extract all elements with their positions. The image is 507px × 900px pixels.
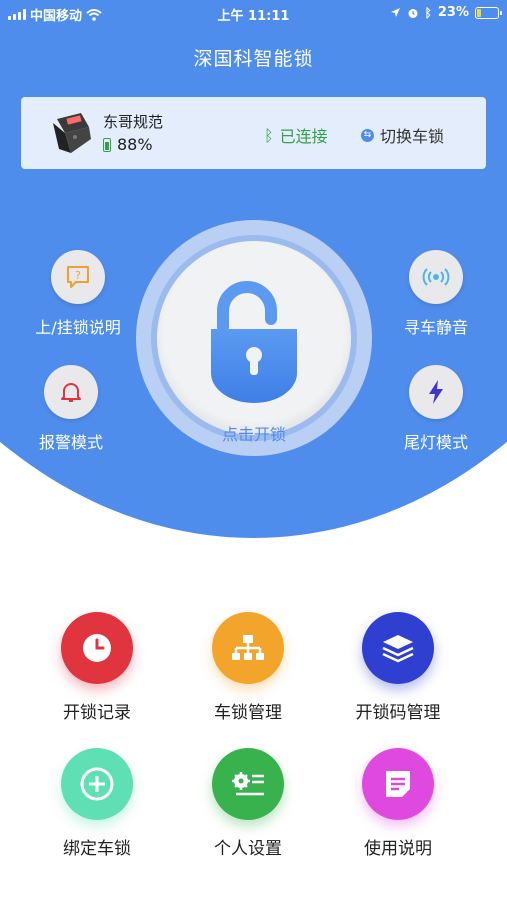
lock-instructions-label: 上/挂锁说明 [35, 318, 121, 337]
svg-text:?: ? [75, 269, 81, 282]
battery-percent: 23% [437, 5, 469, 20]
taillight-mode-label: 尾灯模式 [403, 433, 468, 452]
bell-icon [61, 383, 81, 402]
find-car-silent-button[interactable]: 寻车静音 [376, 250, 496, 338]
taillight-mode-button[interactable]: 尾灯模式 [376, 365, 496, 453]
unlock-code-management-label: 开锁码管理 [355, 703, 441, 723]
connection-status: ᛒ 已连接 [264, 123, 328, 147]
lock-management-button[interactable]: 车锁管理 [164, 612, 332, 723]
connection-status-label: 已连接 [279, 127, 328, 146]
battery-level-icon [103, 137, 111, 152]
lock-button-inner-ring: 点击开锁 [151, 235, 357, 444]
switch-icon: ⇆ [361, 128, 374, 142]
alarm-clock-icon [408, 8, 418, 18]
device-name: 东哥规范 [103, 113, 164, 131]
lightning-icon [429, 380, 443, 404]
open-padlock-icon [211, 281, 297, 403]
document-icon [386, 771, 410, 797]
find-car-icon-circle [409, 250, 463, 304]
lock-management-icon-circle [212, 612, 284, 684]
app-title: 深国科智能锁 [193, 48, 314, 70]
device-battery: 88% [103, 135, 153, 154]
user-guide-label: 使用说明 [364, 839, 432, 859]
bind-lock-button[interactable]: 绑定车锁 [13, 748, 181, 859]
user-guide-icon-circle [362, 748, 434, 820]
plus-circle-icon [80, 767, 114, 801]
radar-signal-icon [422, 268, 450, 286]
unlock-records-label: 开锁记录 [63, 703, 131, 723]
device-battery-value: 88% [117, 135, 153, 154]
alarm-mode-button[interactable]: 报警模式 [11, 365, 131, 453]
personal-settings-button[interactable]: 个人设置 [164, 748, 332, 859]
layers-icon [382, 635, 414, 663]
status-bar: 中国移动 上午 11:11 ᛒ 23% [0, 0, 507, 28]
user-guide-button[interactable]: 使用说明 [314, 748, 482, 859]
bluetooth-status-icon: ᛒ [424, 5, 432, 20]
taillight-icon-circle [409, 365, 463, 419]
unlock-label: 点击开锁 [221, 425, 286, 444]
lock-management-label: 车锁管理 [214, 703, 282, 723]
clock-icon [83, 634, 111, 662]
unlock-records-icon-circle [61, 612, 133, 684]
switch-lock-label: 切换车锁 [380, 127, 445, 146]
device-card: 东哥规范 88% ᛒ 已连接 ⇆ 切换车锁 [21, 97, 486, 169]
unlock-records-button[interactable]: 开锁记录 [13, 612, 181, 723]
lock-instructions-button[interactable]: ? 上/挂锁说明 [18, 250, 138, 338]
personal-settings-label: 个人设置 [214, 839, 282, 859]
switch-lock-button[interactable]: ⇆ 切换车锁 [361, 123, 444, 147]
personal-settings-icon-circle [212, 748, 284, 820]
location-arrow-icon [390, 8, 400, 17]
unlock-code-icon-circle [362, 612, 434, 684]
alarm-mode-label: 报警模式 [38, 433, 103, 452]
settings-list-icon [232, 772, 264, 796]
bind-lock-label: 绑定车锁 [63, 839, 131, 859]
bind-lock-icon-circle [61, 748, 133, 820]
unlock-code-management-button[interactable]: 开锁码管理 [314, 612, 482, 723]
lock-button-ring: 点击开锁 [136, 220, 372, 456]
question-bubble-icon: ? [67, 266, 89, 288]
bluetooth-icon: ᛒ [264, 125, 274, 145]
device-lock-image [53, 113, 91, 153]
hero-section: 中国移动 上午 11:11 ᛒ 23% 深国科智能锁 东哥规范 88% ᛒ 已连… [0, 0, 507, 540]
lock-instructions-icon-circle: ? [51, 250, 105, 304]
unlock-button[interactable]: 点击开锁 [157, 241, 351, 444]
battery-icon [475, 6, 502, 19]
org-chart-icon [232, 635, 264, 660]
find-car-silent-label: 寻车静音 [403, 318, 468, 337]
alarm-mode-icon-circle [44, 365, 98, 419]
